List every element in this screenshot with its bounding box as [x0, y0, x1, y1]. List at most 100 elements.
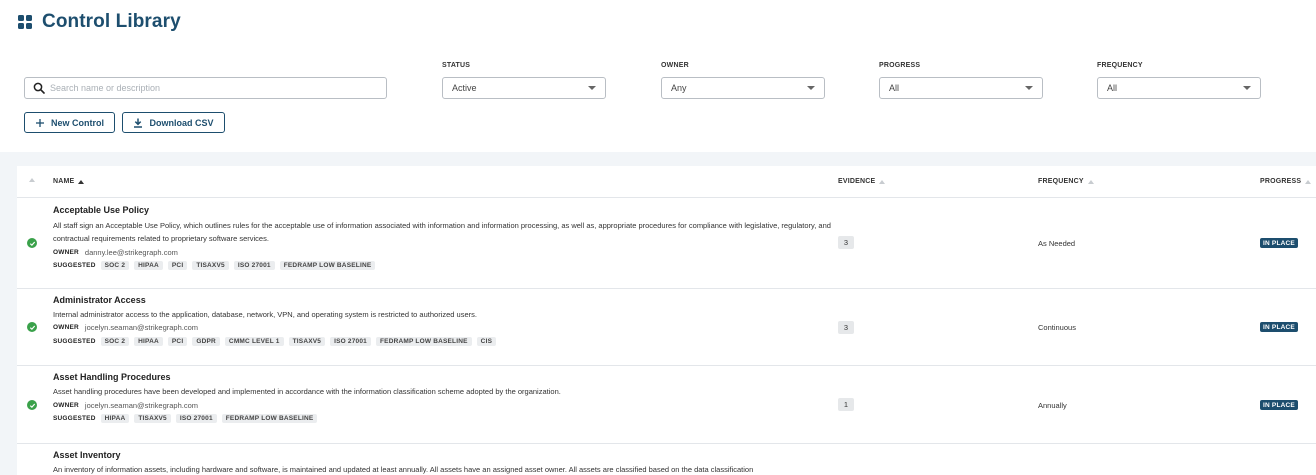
owner-email: jocelyn.seaman@strikegraph.com	[84, 323, 199, 332]
evidence-count: 1	[838, 398, 854, 411]
progress-badge: IN PLACE	[1260, 238, 1298, 248]
framework-tag: ISO 27001	[233, 261, 275, 270]
suggested-label: SUGGESTED	[53, 415, 96, 422]
grid-icon	[18, 15, 32, 29]
owner-email: jocelyn.seaman@strikegraph.com	[84, 401, 199, 410]
framework-tag: TISAXV5	[288, 337, 326, 346]
framework-tag: HIPAA	[134, 337, 163, 346]
owner-label: OWNER	[53, 402, 79, 409]
status-filter: STATUS Active	[442, 62, 606, 99]
framework-tag: HIPAA	[134, 261, 163, 270]
page-title: Control Library	[42, 11, 181, 32]
framework-tag: SOC 2	[100, 337, 130, 346]
owner-select-value: Any	[671, 83, 687, 93]
owner-select[interactable]: Any	[661, 77, 825, 99]
name-column-header[interactable]: NAME	[53, 178, 85, 185]
table-row[interactable]: Acceptable Use Policy All staff sign an …	[17, 198, 1316, 289]
frequency-column-header[interactable]: FREQUENCY	[1038, 178, 1094, 185]
check-circle-icon	[27, 322, 37, 332]
control-description: An inventory of information assets, incl…	[53, 465, 754, 474]
suggested-frameworks: SUGGESTED SOC 2 HIPAA PCI TISAXV5 ISO 27…	[53, 261, 376, 270]
evidence-column-header[interactable]: EVIDENCE	[838, 178, 886, 185]
suggested-label: SUGGESTED	[53, 338, 96, 345]
control-name[interactable]: Administrator Access	[53, 295, 146, 305]
sort-icon	[1087, 179, 1094, 184]
progress-column-header[interactable]: PROGRESS	[1260, 178, 1312, 185]
status-select-value: Active	[452, 83, 477, 93]
search-icon	[33, 82, 45, 94]
progress-badge: IN PLACE	[1260, 400, 1298, 410]
table-row[interactable]: Administrator Access Internal administra…	[17, 289, 1316, 366]
frequency-filter-label: FREQUENCY	[1097, 62, 1143, 69]
download-csv-button[interactable]: Download CSV	[122, 112, 225, 133]
framework-tag: ISO 27001	[330, 337, 371, 346]
download-icon	[134, 118, 143, 128]
owner-filter-label: OWNER	[661, 62, 689, 69]
sort-icon	[29, 178, 35, 182]
suggested-frameworks: SUGGESTED SOC 2 HIPAA PCI GDPR CMMC LEVE…	[53, 337, 497, 346]
control-description: Asset handling procedures have been deve…	[53, 387, 561, 396]
framework-tag: ISO 27001	[175, 414, 217, 423]
owner-filter: OWNER Any	[661, 62, 825, 99]
owner-label: OWNER	[53, 324, 79, 331]
suggested-frameworks: SUGGESTED HIPAA TISAXV5 ISO 27001 FEDRAM…	[53, 414, 318, 423]
check-circle-icon	[27, 238, 37, 248]
frequency-select[interactable]: All	[1097, 77, 1261, 99]
sort-asc-icon	[78, 179, 85, 184]
frequency-value: Continuous	[1038, 323, 1076, 332]
framework-tag: GDPR	[192, 337, 220, 346]
table-row[interactable]: Asset Handling Procedures Asset handling…	[17, 366, 1316, 444]
evidence-count: 3	[838, 236, 854, 249]
progress-badge: IN PLACE	[1260, 322, 1298, 332]
suggested-label: SUGGESTED	[53, 262, 96, 269]
caret-down-icon	[1243, 86, 1251, 90]
page-header: Control Library	[18, 10, 181, 34]
evidence-count: 3	[838, 321, 854, 334]
framework-tag: PCI	[167, 261, 188, 270]
table-header: NAME EVIDENCE FREQUENCY PROGRESS	[17, 166, 1316, 198]
control-name[interactable]: Asset Handling Procedures	[53, 372, 171, 382]
table-row[interactable]: Asset Inventory An inventory of informat…	[17, 444, 1316, 475]
search-box[interactable]	[24, 77, 387, 99]
owner-line: OWNER danny.lee@strikegraph.com	[53, 248, 178, 257]
control-name[interactable]: Asset Inventory	[53, 450, 121, 460]
status-filter-label: STATUS	[442, 62, 471, 69]
framework-tag: TISAXV5	[134, 414, 171, 423]
caret-down-icon	[1025, 86, 1033, 90]
framework-tag: CIS	[476, 337, 497, 346]
frequency-select-value: All	[1107, 83, 1118, 93]
control-description: All staff sign an Acceptable Use Policy,…	[53, 221, 831, 243]
check-circle-icon	[27, 400, 37, 410]
progress-select[interactable]: All	[879, 77, 1043, 99]
framework-tag: FEDRAMP LOW BASELINE	[376, 337, 472, 346]
caret-down-icon	[588, 86, 596, 90]
status-column-sort[interactable]	[29, 178, 35, 182]
framework-tag: TISAXV5	[192, 261, 229, 270]
controls-table: NAME EVIDENCE FREQUENCY PROGRESS Accepta…	[17, 166, 1316, 475]
status-select[interactable]: Active	[442, 77, 606, 99]
framework-tag: PCI	[167, 337, 188, 346]
owner-line: OWNER jocelyn.seaman@strikegraph.com	[53, 323, 198, 332]
control-description: Internal administrator access to the app…	[53, 310, 477, 319]
sort-icon	[1305, 179, 1312, 184]
progress-select-value: All	[889, 83, 900, 93]
frequency-value: Annually	[1038, 401, 1067, 410]
framework-tag: CMMC LEVEL 1	[224, 337, 284, 346]
framework-tag: SOC 2	[100, 261, 130, 270]
owner-email: danny.lee@strikegraph.com	[84, 248, 178, 257]
framework-tag: FEDRAMP LOW BASELINE	[221, 414, 318, 423]
caret-down-icon	[807, 86, 815, 90]
frequency-value: As Needed	[1038, 239, 1076, 248]
new-control-label: New Control	[51, 117, 104, 128]
download-csv-label: Download CSV	[149, 117, 214, 128]
new-control-button[interactable]: New Control	[24, 112, 115, 133]
owner-line: OWNER jocelyn.seaman@strikegraph.com	[53, 401, 198, 410]
framework-tag: HIPAA	[100, 414, 130, 423]
control-name[interactable]: Acceptable Use Policy	[53, 205, 149, 215]
search-input[interactable]	[50, 83, 370, 93]
owner-label: OWNER	[53, 249, 79, 256]
sort-icon	[879, 179, 886, 184]
progress-filter: PROGRESS All	[879, 62, 1043, 99]
frequency-filter: FREQUENCY All	[1097, 62, 1261, 99]
progress-filter-label: PROGRESS	[879, 62, 921, 69]
